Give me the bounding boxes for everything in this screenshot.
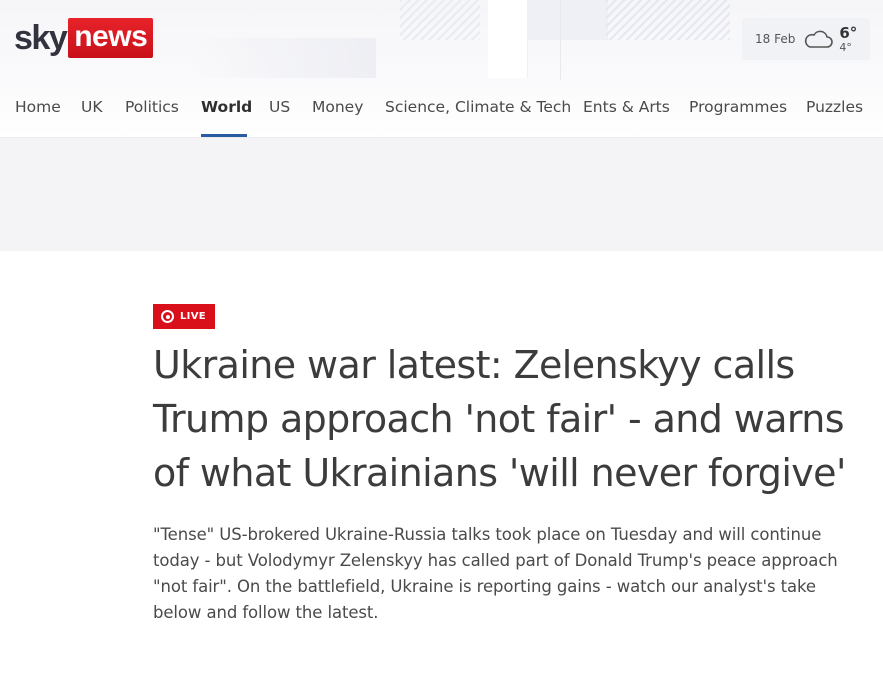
nav-item-programmes[interactable]: Programmes: [689, 98, 787, 116]
logo-sky-text: sky: [14, 19, 68, 57]
nav-item-ents-arts[interactable]: Ents & Arts: [583, 98, 670, 116]
header-pattern: [606, 0, 730, 40]
sky-news-logo[interactable]: sky news: [14, 18, 154, 58]
nav-active-indicator: [201, 134, 247, 137]
nav-item-world[interactable]: World: [201, 98, 252, 116]
site-header: sky news 18 Feb 6° 4° Home UK Politics W…: [0, 0, 883, 138]
article: LIVE Ukraine war latest: Zelenskyy calls…: [153, 304, 853, 626]
nav-item-money[interactable]: Money: [312, 98, 363, 116]
live-dot-icon: [161, 310, 174, 323]
temp-high: 6°: [839, 23, 858, 42]
article-headline: Ukraine war latest: Zelenskyy calls Trum…: [153, 343, 846, 495]
cloud-icon: [805, 30, 834, 48]
ad-banner-area: [0, 138, 883, 251]
nav-item-uk[interactable]: UK: [81, 98, 103, 116]
nav-item-us[interactable]: US: [269, 98, 290, 116]
header-pattern: [560, 0, 561, 80]
weather-date: 18 Feb: [755, 32, 796, 46]
nav-item-politics[interactable]: Politics: [125, 98, 179, 116]
nav-item-home[interactable]: Home: [15, 98, 61, 116]
temp-low: 4°: [839, 40, 852, 54]
nav-item-science-climate-tech[interactable]: Science, Climate & Tech: [385, 98, 571, 116]
header-pattern: [520, 0, 608, 40]
main-nav: Home UK Politics World US Money Science,…: [0, 90, 883, 137]
weather-temps: 6° 4°: [839, 23, 858, 54]
nav-item-puzzles[interactable]: Puzzles: [806, 98, 863, 116]
article-standfirst: "Tense" US-brokered Ukraine-Russia talks…: [153, 525, 838, 622]
header-pattern: [488, 0, 528, 78]
logo-news-text: news: [68, 18, 154, 58]
live-label: LIVE: [180, 311, 206, 322]
live-badge: LIVE: [153, 304, 215, 329]
weather-widget[interactable]: 18 Feb 6° 4°: [742, 18, 870, 60]
header-pattern: [400, 0, 480, 40]
header-pattern: [186, 38, 376, 78]
